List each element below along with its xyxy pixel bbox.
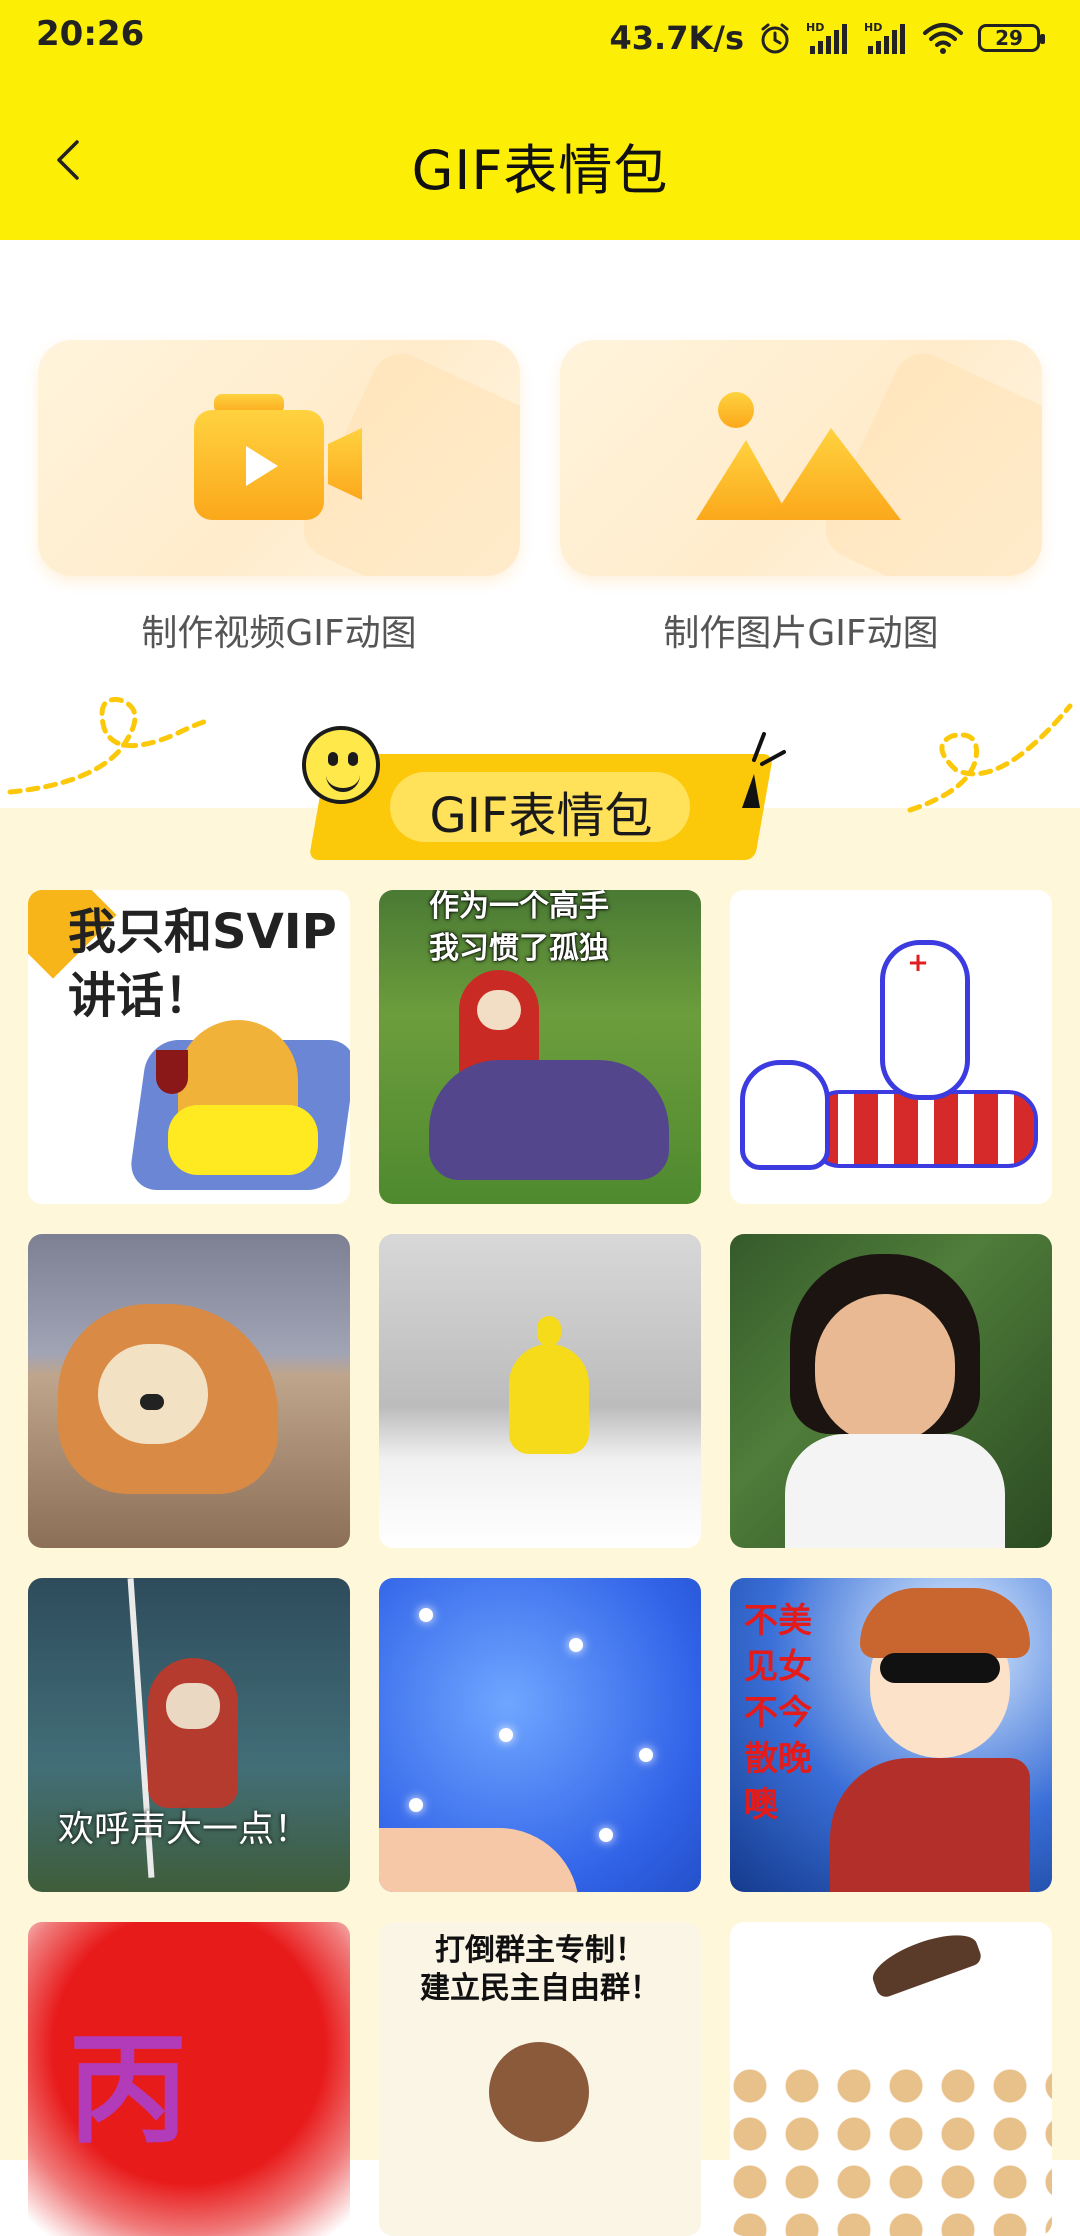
sparkle-lines-icon	[742, 732, 786, 808]
battery-icon: 29	[978, 24, 1045, 52]
make-gif-options: 制作视频GIF动图 制作图片GIF动图	[38, 340, 1042, 670]
gif-item[interactable]	[379, 1234, 701, 1548]
gif-item[interactable]: 不美见女不今散晚噢	[730, 1578, 1052, 1892]
gif-item[interactable]	[28, 1234, 350, 1548]
make-image-gif-label: 制作图片GIF动图	[663, 613, 939, 654]
gif-item[interactable]: 丙	[28, 1922, 350, 2236]
video-camera-icon	[194, 394, 362, 520]
network-speed: 43.7K/s	[609, 19, 744, 57]
gif-caption: 不美见女不今散晚噢	[744, 1601, 812, 1825]
make-video-gif-label: 制作视频GIF动图	[141, 613, 417, 654]
gif-caption: 作为一个高手 我习惯了孤独	[429, 890, 609, 966]
section-title: GIF表情包	[429, 788, 653, 844]
gif-item[interactable]	[730, 1922, 1052, 2236]
gif-item[interactable]	[379, 1578, 701, 1892]
status-time: 20:26	[36, 14, 145, 54]
hd-signal-icon: HD	[864, 21, 905, 54]
gif-caption: 丙	[68, 2021, 188, 2160]
svg-text:HD: HD	[806, 21, 824, 34]
gif-item[interactable]: +	[730, 890, 1052, 1204]
svg-text:HD: HD	[864, 21, 882, 34]
gif-item[interactable]: 作为一个高手 我习惯了孤独	[379, 890, 701, 1204]
gif-item[interactable]: 打倒群主专制！ 建立民主自由群！	[379, 1922, 701, 2236]
make-video-gif-tile	[38, 340, 520, 576]
status-bar: 20:26 43.7K/s HD HD 29	[0, 0, 1080, 76]
alarm-icon	[761, 23, 789, 54]
hd-signal-icon: HD	[806, 21, 847, 54]
status-icons: 43.7K/s HD HD 29	[609, 14, 1045, 62]
gif-caption: 打倒群主专制！ 建立民主自由群！	[420, 1933, 660, 2006]
dashed-swirl-decoration	[907, 703, 1073, 813]
gif-item[interactable]	[730, 1234, 1052, 1548]
dashed-swirl-decoration	[7, 697, 213, 795]
make-image-gif-tile	[560, 340, 1042, 576]
gif-item[interactable]: 欢呼声大一点！	[28, 1578, 350, 1892]
wifi-icon	[923, 23, 963, 54]
page-title: GIF表情包	[411, 139, 669, 202]
make-image-gif-button[interactable]: 制作图片GIF动图	[560, 340, 1042, 670]
make-video-gif-button[interactable]: 制作视频GIF动图	[38, 340, 520, 670]
navigation-bar: GIF表情包	[0, 110, 1080, 210]
battery-level: 29	[995, 26, 1023, 50]
gif-item[interactable]: 我只和SVIP 讲话！	[28, 890, 350, 1204]
gif-grid: 我只和SVIP 讲话！ 作为一个高手 我习惯了孤独 + 欢呼声大一点！ 不美见女…	[28, 890, 1052, 2236]
gif-caption: 欢呼声大一点！	[58, 1809, 311, 1850]
gif-caption: 我只和SVIP 讲话！	[68, 904, 337, 1024]
image-mountain-icon	[696, 392, 901, 520]
top-app-bar: 20:26 43.7K/s HD HD 29 GIF表情包	[0, 0, 1080, 240]
smiley-icon	[302, 726, 380, 804]
section-banner: GIF表情包	[308, 754, 774, 860]
